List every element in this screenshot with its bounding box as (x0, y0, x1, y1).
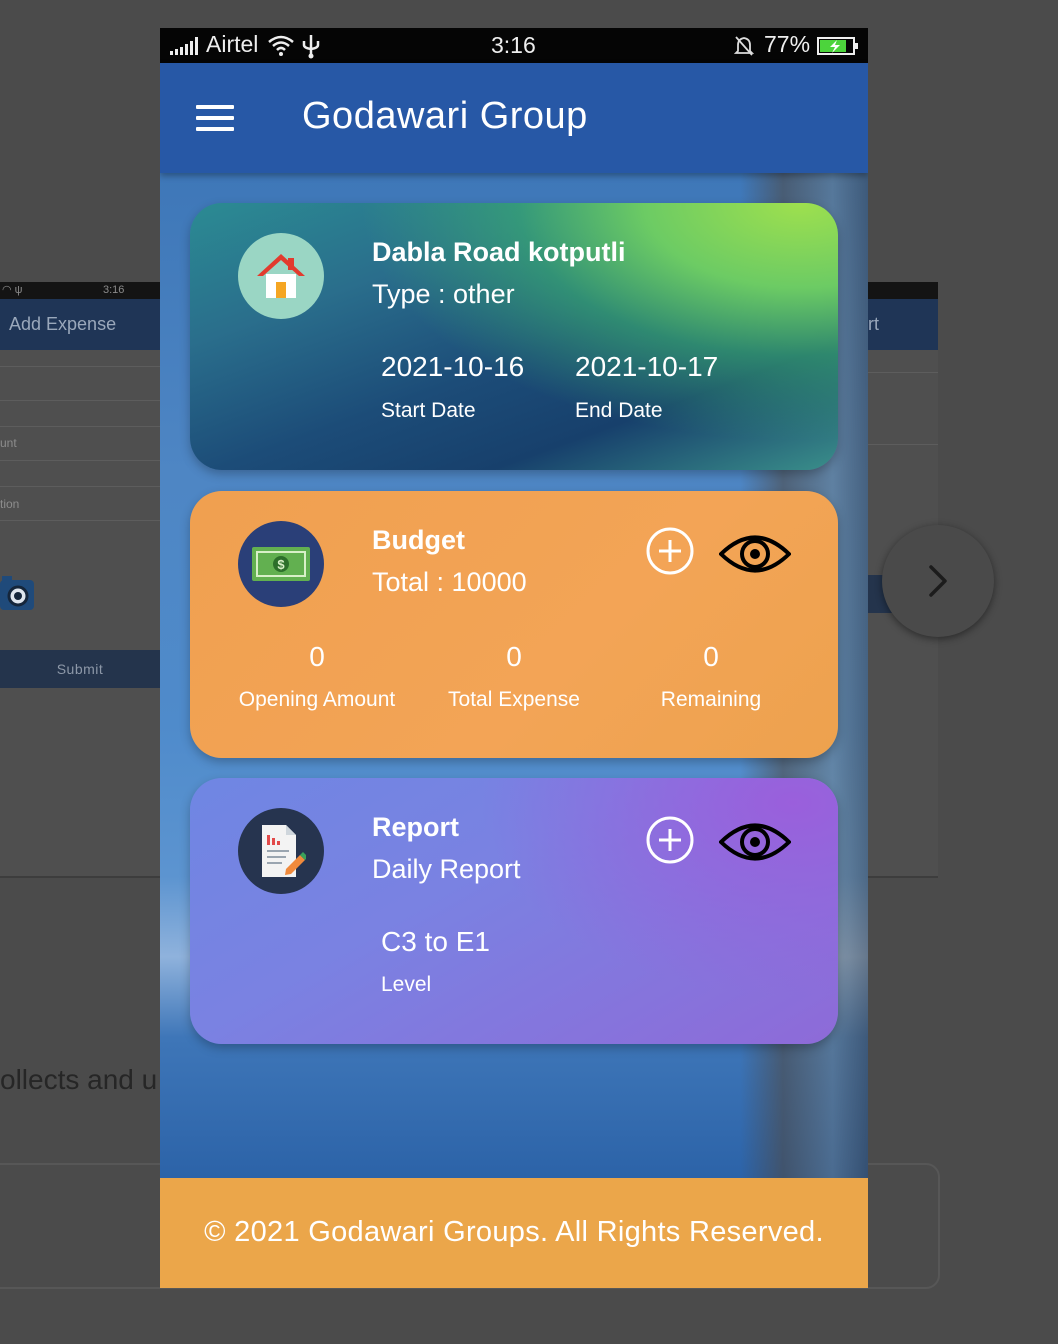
level-value: C3 to E1 (381, 926, 490, 957)
divider (0, 366, 160, 367)
battery-percent: 77% (764, 31, 811, 57)
usb-icon (302, 35, 320, 59)
divider (0, 460, 160, 461)
divider (0, 486, 160, 487)
add-budget-button[interactable] (646, 527, 694, 575)
money-icon: $ (252, 547, 310, 581)
budget-total: Total : 10000 (372, 567, 527, 597)
carrier-name: Airtel (206, 31, 259, 57)
site-card[interactable]: Dabla Road kotputli Type : other 2021-10… (190, 203, 838, 470)
hamburger-icon (196, 127, 234, 131)
menu-button[interactable] (196, 105, 234, 135)
prev-submit-button: Submit (0, 650, 160, 688)
prev-status-icons: ◠ ψ (2, 284, 23, 296)
house-icon (257, 254, 305, 298)
remaining-value: 0 (703, 641, 719, 672)
divider (0, 426, 160, 427)
status-bar: Airtel 3:16 77% (160, 28, 868, 63)
bell-muted-icon (734, 36, 754, 56)
total-expense-value: 0 (506, 641, 522, 672)
wifi-icon (268, 35, 294, 56)
dashboard-content: Dabla Road kotputli Type : other 2021-10… (160, 173, 868, 1178)
prev-status-bar: ◠ ψ 3:16 (0, 282, 160, 299)
total-expense-label: Total Expense (448, 688, 580, 711)
carousel-next-button[interactable] (882, 525, 994, 637)
view-budget-button[interactable] (719, 531, 791, 577)
svg-text:$: $ (277, 557, 285, 572)
report-card[interactable]: Report Daily Report C3 to E1 Level (190, 778, 838, 1044)
chevron-right-icon (929, 565, 947, 597)
prev-screen-preview: ◠ ψ 3:16 Add Expense unt tion Submit (0, 282, 160, 878)
divider (868, 372, 938, 373)
hamburger-icon (196, 105, 234, 109)
prev-field-label: tion (0, 497, 20, 511)
add-report-button[interactable] (646, 816, 694, 864)
footer-copyright: © 2021 Godawari Groups. All Rights Reser… (160, 1178, 868, 1288)
signal-icon (170, 37, 198, 55)
prev-header-title: Add Expense (0, 299, 160, 350)
budget-title: Budget (372, 525, 465, 555)
prev-status-time: 3:16 (103, 284, 125, 296)
opening-amount-value: 0 (309, 641, 325, 672)
phone-screen: Airtel 3:16 77% Godawari Group Dabla Roa… (160, 28, 868, 1288)
hamburger-icon (196, 116, 234, 120)
start-date-label: Start Date (381, 399, 476, 422)
view-report-button[interactable] (719, 819, 791, 865)
divider (868, 444, 938, 445)
next-status-bar (868, 282, 938, 299)
budget-avatar: $ (238, 521, 324, 607)
background-page-text: ollects and u (0, 1064, 158, 1095)
end-date-label: End Date (575, 399, 663, 422)
remaining-label: Remaining (660, 688, 762, 711)
start-date-value: 2021-10-16 (381, 351, 525, 382)
budget-card[interactable]: $ Budget Total : 10000 0 Opening Amount … (190, 491, 838, 758)
camera-icon (0, 576, 34, 610)
report-document-icon (262, 825, 306, 877)
next-header-title: rt (868, 299, 938, 350)
prev-field-label: unt (0, 436, 17, 450)
report-title: Report (372, 812, 459, 842)
site-type: Type : other (372, 279, 515, 309)
divider (0, 520, 160, 521)
end-date-value: 2021-10-17 (575, 351, 719, 382)
report-subtitle: Daily Report (372, 854, 521, 884)
level-label: Level (381, 973, 432, 996)
status-time: 3:16 (491, 32, 536, 58)
app-title: Godawari Group (302, 95, 588, 137)
app-bar: Godawari Group (160, 63, 868, 173)
opening-amount-label: Opening Amount (238, 688, 396, 711)
site-name: Dabla Road kotputli (372, 237, 626, 267)
divider (0, 400, 160, 401)
site-avatar (238, 233, 324, 319)
report-avatar (238, 808, 324, 894)
battery-charging-icon (817, 37, 858, 55)
